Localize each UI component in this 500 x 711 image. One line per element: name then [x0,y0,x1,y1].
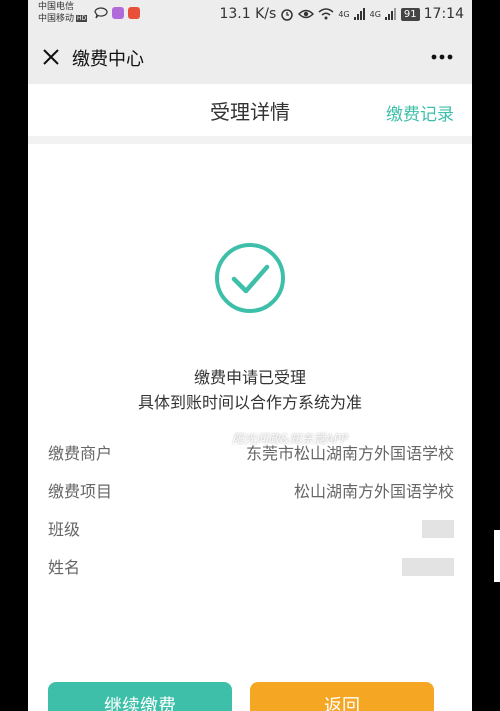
header-title: 缴费中心 [72,49,144,70]
status-bar: 中国电信 中国移动 HD 13.1 K/s 4G 4G 91 17:14 [28,0,472,32]
phone-screen: 中国电信 中国移动 HD 13.1 K/s 4G 4G 91 17:14 缴费中… [28,0,472,711]
news-app-icon [128,7,140,19]
status-right: 13.1 K/s 4G 4G 91 17:14 [219,6,464,22]
notification-icons [94,7,140,19]
watermark: 阳光问政&知东莞APP [232,432,349,446]
carrier-1: 中国电信 [38,2,75,12]
more-icon [431,54,453,60]
more-button[interactable] [430,46,454,68]
carrier-2: 中国移动 [38,14,75,24]
page-header: 受理详情 缴费记录 [28,84,472,144]
wechat-header: 缴费中心 [28,32,472,84]
detail-row-item: 缴费项目 松山湖南方外国语学校 [48,478,454,502]
close-icon [43,49,59,65]
hd-badge: HD [76,15,88,22]
app-notification-icon [112,7,124,19]
signal-2-label: 4G [369,9,381,19]
continue-payment-button[interactable]: 继续缴费 [48,682,232,711]
class-label: 班级 [48,520,81,539]
clock: 17:14 [423,6,464,22]
carrier-info: 中国电信 中国移动 HD [38,1,88,25]
detail-row-class: 班级 [48,516,454,540]
class-value-masked [422,520,454,538]
alarm-icon [281,9,294,21]
result-note: 具体到账时间以合作方系统为准 [137,393,362,412]
close-button[interactable] [40,46,62,68]
name-label: 姓名 [48,558,81,577]
check-circle-icon [215,243,285,313]
chat-bubble-icon [94,7,108,19]
result-message: 缴费申请已受理 [193,368,306,387]
network-speed: 13.1 K/s [219,6,277,22]
page-content: 受理详情 缴费记录 缴费申请已受理 具体到账时间以合作方系统为准 缴费商户 东莞… [28,84,472,711]
back-button[interactable]: 返回 [250,682,434,711]
merchant-label: 缴费商户 [48,444,113,463]
signal-1-label: 4G [338,9,350,19]
signal-bars-2-icon [384,8,396,20]
payment-history-link[interactable]: 缴费记录 [386,100,454,125]
battery-indicator: 91 [400,7,420,21]
item-value: 松山湖南方外国语学校 [293,482,454,501]
wifi-icon [318,8,334,20]
eye-icon [298,9,315,19]
detail-row-name: 姓名 [48,554,454,578]
edge-marker [494,530,500,582]
screenshot-frame: 中国电信 中国移动 HD 13.1 K/s 4G 4G 91 17:14 缴费中… [0,0,500,711]
signal-bars-1-icon [353,8,365,20]
name-value-masked [402,558,454,576]
item-label: 缴费项目 [48,482,113,501]
